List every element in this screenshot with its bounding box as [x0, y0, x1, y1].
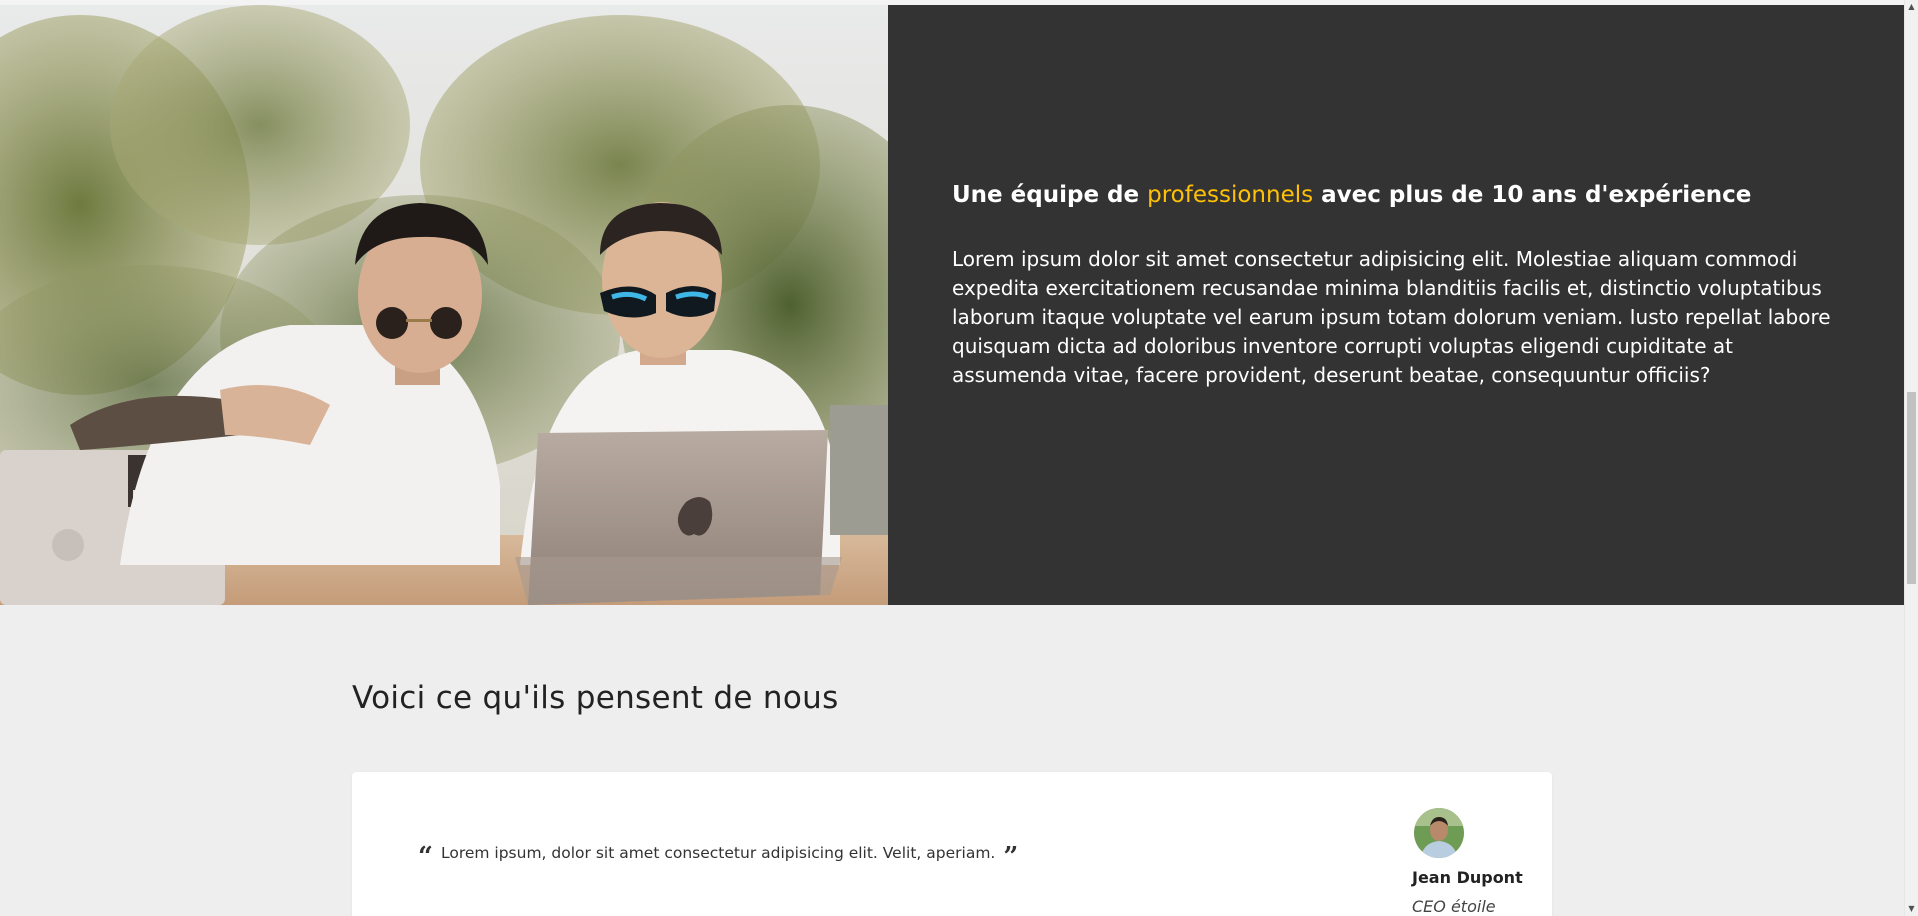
testimonials-title: Voici ce qu'ils pensent de nous — [352, 680, 839, 716]
author-name: Jean Dupont — [1412, 868, 1523, 887]
scroll-up-arrow-icon[interactable]: ▲ — [1905, 0, 1918, 14]
author-role: CEO étoile — [1412, 897, 1496, 916]
scroll-down-arrow-icon[interactable]: ▼ — [1905, 902, 1918, 916]
quote-right-icon: ” — [1003, 841, 1019, 872]
about-text-panel: Une équipe de professionnels avec plus d… — [888, 5, 1904, 605]
quote-left-icon: “ — [418, 841, 433, 872]
about-heading: Une équipe de professionnels avec plus d… — [952, 181, 1844, 211]
about-heading-start: Une équipe de — [952, 182, 1148, 208]
page: Une équipe de professionnels avec plus d… — [0, 0, 1918, 916]
about-paragraph: Lorem ipsum dolor sit amet consectetur a… — [952, 246, 1831, 387]
avatar — [1414, 808, 1464, 858]
vertical-scrollbar[interactable]: ▲ ▼ — [1904, 0, 1918, 916]
about-heading-end: avec plus de 10 ans d'expérience — [1313, 182, 1752, 208]
testimonial-card: “ Lorem ipsum, dolor sit amet consectetu… — [352, 772, 1552, 916]
testimonial-quote: “ Lorem ipsum, dolor sit amet consectetu… — [418, 841, 1019, 872]
about-section: Une équipe de professionnels avec plus d… — [0, 5, 1904, 605]
team-photo — [0, 5, 888, 605]
testimonial-quote-text: Lorem ipsum, dolor sit amet consectetur … — [440, 844, 996, 862]
scrollbar-thumb[interactable] — [1907, 392, 1916, 584]
testimonial-author: Jean Dupont CEO étoile — [1412, 808, 1542, 916]
about-heading-accent: professionnels — [1147, 182, 1314, 208]
